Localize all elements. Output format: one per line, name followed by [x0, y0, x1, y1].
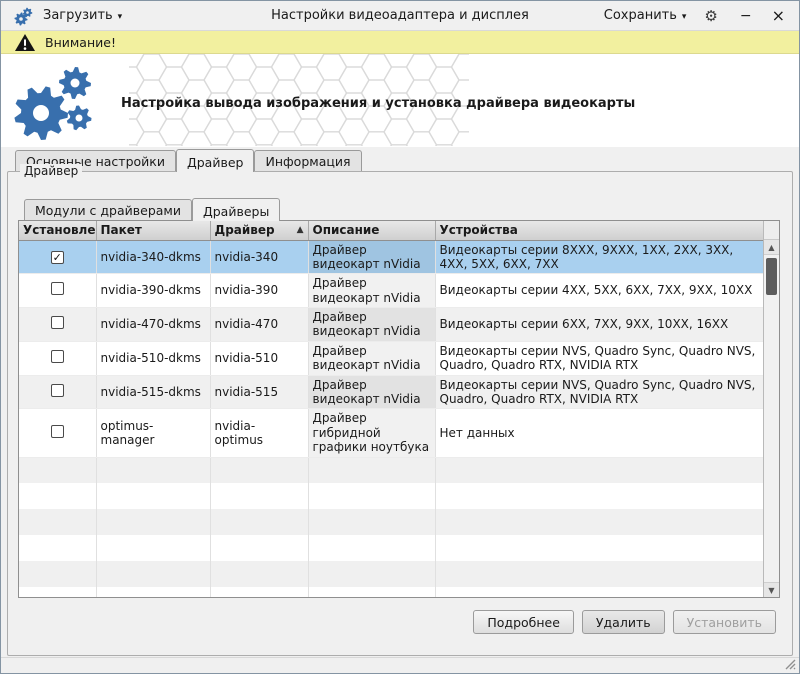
driver-cell: nvidia-390: [210, 274, 308, 308]
devices-cell: Видеокарты серии NVS, Quadro Sync, Quadr…: [435, 341, 763, 375]
scroll-down-button[interactable]: ▼: [764, 582, 779, 597]
installed-cell: [19, 375, 96, 409]
drivers-table-container: Установлен Пакет Драйвер ▲ Описание Устройств…: [18, 220, 780, 598]
driver-cell: nvidia-340: [210, 240, 308, 274]
gears-logo-icon: [11, 66, 103, 142]
installed-cell: [19, 409, 96, 457]
installed-checkbox[interactable]: [51, 316, 64, 329]
table-row[interactable]: nvidia-515-dkmsnvidia-515Драйвер видеока…: [19, 375, 763, 409]
drivers-table: Установлен Пакет Драйвер ▲ Описание Устройств…: [19, 221, 763, 598]
description-cell: Драйвер видеокарт nVidia: [308, 375, 435, 409]
header-title: Настройка вывода изображения и установка…: [121, 96, 635, 111]
installed-checkbox[interactable]: [51, 384, 64, 397]
save-menu-button[interactable]: Сохранить ▾: [604, 8, 687, 23]
empty-row: [19, 587, 763, 598]
resize-grip[interactable]: [784, 658, 797, 671]
description-cell: Драйвер видеокарт nVidia: [308, 308, 435, 342]
table-header-row: Установлен Пакет Драйвер ▲ Описание Устройств…: [19, 221, 763, 240]
devices-cell: Видеокарты серии 6XX, 7XX, 9XX, 10XX, 16…: [435, 308, 763, 342]
description-cell: Драйвер гибридной графики ноутбука: [308, 409, 435, 457]
package-cell: nvidia-515-dkms: [96, 375, 210, 409]
driver-subtabs: Модули с драйверами Драйверы: [24, 197, 280, 221]
table-row[interactable]: nvidia-470-dkmsnvidia-470Драйвер видеока…: [19, 308, 763, 342]
warning-icon: [14, 33, 36, 52]
chevron-down-icon: ▾: [682, 12, 687, 22]
action-buttons: Подробнее Удалить Установить: [473, 610, 776, 634]
tab-drivers[interactable]: Драйверы: [192, 198, 280, 221]
installed-checkbox[interactable]: [51, 350, 64, 363]
settings-gear-button[interactable]: ⚙: [704, 7, 717, 25]
driver-cell: nvidia-515: [210, 375, 308, 409]
description-cell: Драйвер видеокарт nVidia: [308, 341, 435, 375]
app-window: Загрузить ▾ Настройки видеоадаптера и ди…: [0, 0, 800, 674]
install-button[interactable]: Установить: [673, 610, 776, 634]
devices-cell: Видеокарты серии NVS, Quadro Sync, Quadr…: [435, 375, 763, 409]
column-label: Драйвер: [215, 223, 275, 237]
driver-cell: nvidia-optimus: [210, 409, 308, 457]
header-banner: Настройка вывода изображения и установка…: [1, 54, 799, 147]
driver-cell: nvidia-470: [210, 308, 308, 342]
package-cell: nvidia-340-dkms: [96, 240, 210, 274]
description-cell: Драйвер видеокарт nVidia: [308, 274, 435, 308]
load-menu-label: Загрузить: [43, 8, 113, 23]
table-body: ✓nvidia-340-dkmsnvidia-340Драйвер видеок…: [19, 240, 763, 598]
package-cell: nvidia-510-dkms: [96, 341, 210, 375]
column-header-installed[interactable]: Установлен: [19, 221, 96, 240]
remove-button[interactable]: Удалить: [582, 610, 665, 634]
save-menu-label: Сохранить: [604, 8, 677, 23]
devices-cell: Нет данных: [435, 409, 763, 457]
devices-cell: Видеокарты серии 8XXX, 9XXX, 1XX, 2XX, 3…: [435, 240, 763, 274]
installed-cell: [19, 308, 96, 342]
vertical-scrollbar[interactable]: ▲ ▼: [763, 221, 779, 597]
installed-cell: [19, 341, 96, 375]
titlebar: Загрузить ▾ Настройки видеоадаптера и ди…: [1, 1, 799, 31]
tab-information[interactable]: Информация: [254, 150, 361, 171]
column-label: Устройства: [440, 223, 518, 237]
column-label: Установлен: [23, 223, 96, 237]
details-button[interactable]: Подробнее: [473, 610, 574, 634]
scrollbar-corner: [764, 221, 779, 240]
driver-groupbox: Драйвер Модули с драйверами Драйверы Уст…: [7, 171, 793, 656]
package-cell: nvidia-470-dkms: [96, 308, 210, 342]
column-header-package[interactable]: Пакет: [96, 221, 210, 240]
chevron-down-icon: ▾: [118, 12, 123, 22]
package-cell: optimus-manager: [96, 409, 210, 457]
statusbar: [1, 657, 799, 673]
driver-cell: nvidia-510: [210, 341, 308, 375]
table-row[interactable]: nvidia-390-dkmsnvidia-390Драйвер видеока…: [19, 274, 763, 308]
installed-checkbox[interactable]: [51, 425, 64, 438]
table-row[interactable]: nvidia-510-dkmsnvidia-510Драйвер видеока…: [19, 341, 763, 375]
tab-driver-modules[interactable]: Модули с драйверами: [24, 199, 192, 220]
warning-text: Внимание!: [45, 35, 116, 50]
devices-cell: Видеокарты серии 4XX, 5XX, 6XX, 7XX, 9XX…: [435, 274, 763, 308]
table-row[interactable]: ✓ nvidia-340-dkmsnvidia-340Драйвер видеок…: [19, 240, 763, 274]
empty-row: [19, 561, 763, 587]
package-cell: nvidia-390-dkms: [96, 274, 210, 308]
column-label: Пакет: [101, 223, 142, 237]
installed-cell: [19, 274, 96, 308]
sort-asc-icon: ▲: [297, 225, 304, 235]
empty-row: [19, 535, 763, 561]
table-row[interactable]: optimus-managernvidia-optimusДрайвер гиб…: [19, 409, 763, 457]
column-header-driver[interactable]: Драйвер ▲: [210, 221, 308, 240]
warning-banner: Внимание!: [1, 31, 799, 54]
description-cell: Драйвер видеокарт nVidia: [308, 240, 435, 274]
groupbox-label: Драйвер: [20, 164, 82, 178]
load-menu-button[interactable]: Загрузить ▾: [43, 8, 122, 23]
installed-checkbox[interactable]: ✓: [51, 251, 64, 264]
empty-row: [19, 483, 763, 509]
close-button[interactable]: ×: [772, 6, 785, 25]
minimize-button[interactable]: −: [740, 8, 752, 24]
tab-driver[interactable]: Драйвер: [176, 149, 254, 172]
column-header-devices[interactable]: Устройства: [435, 221, 763, 240]
app-gears-icon: [13, 6, 33, 26]
empty-row: [19, 457, 763, 483]
scroll-up-button[interactable]: ▲: [764, 240, 779, 255]
installed-cell: ✓: [19, 240, 96, 274]
empty-row: [19, 509, 763, 535]
scrollbar-thumb[interactable]: [766, 258, 777, 295]
column-label: Описание: [313, 223, 380, 237]
installed-checkbox[interactable]: [51, 282, 64, 295]
column-header-description[interactable]: Описание: [308, 221, 435, 240]
